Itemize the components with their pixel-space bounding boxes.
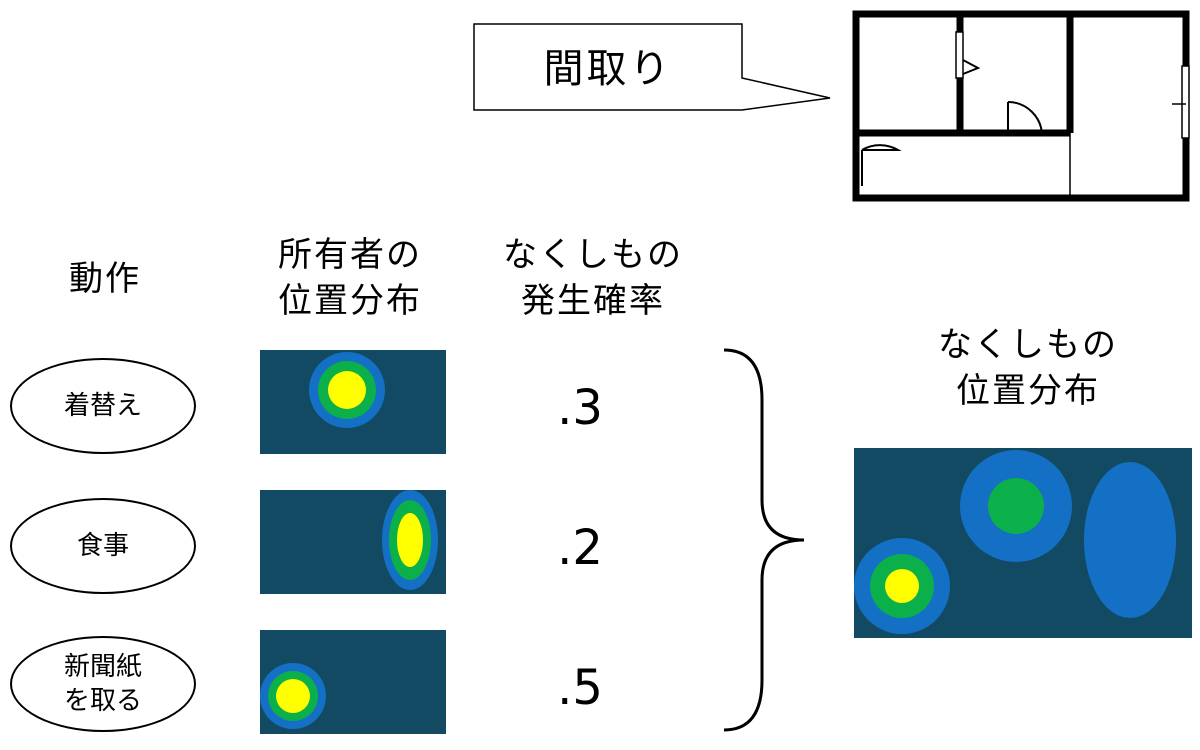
result-heatmap — [854, 448, 1192, 638]
header-owner-line2: 位置分布 — [278, 281, 422, 321]
owner-heatmap-changing — [260, 350, 446, 454]
header-result: なくしもの 位置分布 — [908, 322, 1148, 414]
action-label-line2: を取る — [63, 686, 142, 716]
header-action: 動作 — [69, 259, 141, 299]
callout-label: 間取り — [543, 46, 673, 92]
header-result-line1: なくしもの — [938, 325, 1118, 365]
action-label-line1: 新聞紙 — [63, 652, 142, 682]
header-owner-line1: 所有者の — [278, 235, 422, 275]
action-label: 食事 — [76, 531, 129, 561]
combine-brace — [723, 348, 805, 732]
action-eating: 食事 — [10, 498, 196, 594]
probability-value: .5 — [557, 660, 603, 716]
floor-plan — [852, 10, 1190, 202]
header-owner-distribution: 所有者の 位置分布 — [250, 232, 450, 324]
owner-heatmap-newspaper — [260, 630, 446, 734]
action-get-newspaper: 新聞紙 を取る — [10, 636, 196, 732]
action-label: 着替え — [63, 391, 142, 421]
probability-value: .2 — [557, 520, 603, 576]
header-result-line2: 位置分布 — [956, 371, 1100, 411]
header-prob-line2: 発生確率 — [521, 281, 665, 321]
header-prob-line1: なくしもの — [503, 235, 683, 275]
probability-value: .3 — [557, 380, 603, 436]
action-changing-clothes: 着替え — [10, 358, 196, 454]
header-probability: なくしもの 発生確率 — [478, 232, 708, 324]
owner-heatmap-eating — [260, 490, 446, 594]
